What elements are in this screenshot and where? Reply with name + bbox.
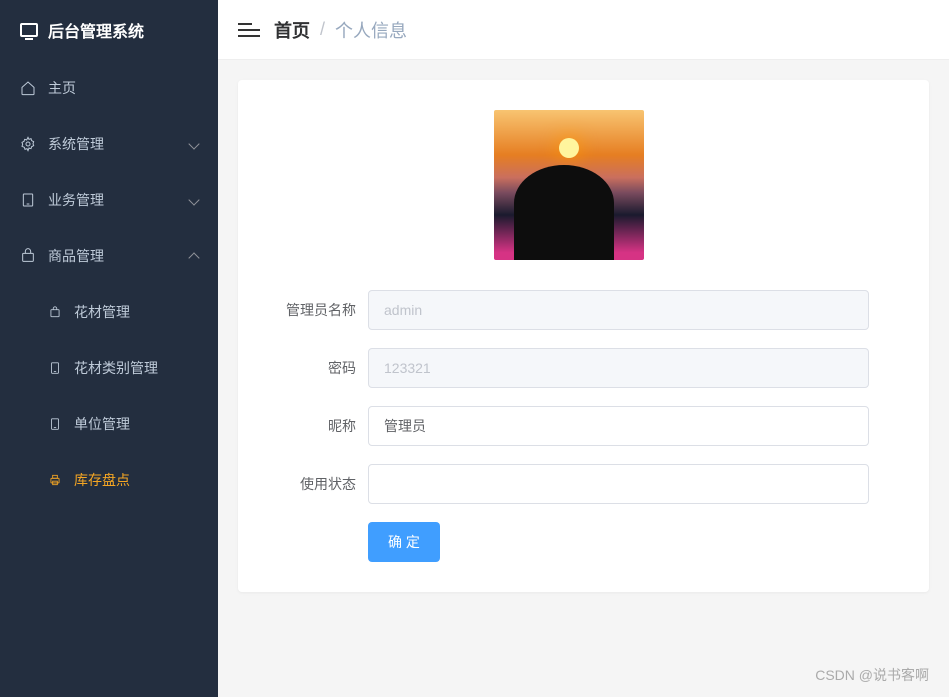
printer-icon xyxy=(48,473,62,487)
sidebar-item-label: 业务管理 xyxy=(48,190,104,210)
bag-icon xyxy=(48,305,62,319)
gear-icon xyxy=(20,136,36,152)
sidebar-item-label: 系统管理 xyxy=(48,134,104,154)
sidebar: 后台管理系统 主页 系统管理 业务管理 商品管理 花材管理 xyxy=(0,0,218,697)
sidebar-item-home[interactable]: 主页 xyxy=(0,60,218,116)
submit-button[interactable]: 确 定 xyxy=(368,522,440,562)
input-admin-name xyxy=(368,290,869,330)
submenu-item-unit[interactable]: 单位管理 xyxy=(0,396,218,452)
main-area: 首页 / 个人信息 管理员名称 密码 昵称 使用状态 xyxy=(218,0,949,697)
input-status[interactable] xyxy=(368,464,869,504)
form-row-status: 使用状态 xyxy=(268,464,869,504)
submenu-item-label: 花材管理 xyxy=(74,302,130,322)
button-row: 确 定 xyxy=(368,522,869,562)
profile-card: 管理员名称 密码 昵称 使用状态 确 定 xyxy=(238,80,929,592)
breadcrumb-separator: / xyxy=(320,19,325,40)
sidebar-item-label: 商品管理 xyxy=(48,246,104,266)
label-status: 使用状态 xyxy=(268,474,368,494)
sidebar-toggle-icon[interactable] xyxy=(238,19,260,41)
logo-area: 后台管理系统 xyxy=(0,0,218,60)
submenu-item-inventory[interactable]: 库存盘点 xyxy=(0,452,218,508)
app-title: 后台管理系统 xyxy=(48,18,144,42)
submenu-item-flower[interactable]: 花材管理 xyxy=(0,284,218,340)
goods-icon xyxy=(20,248,36,264)
submenu-item-label: 单位管理 xyxy=(74,414,130,434)
device-icon xyxy=(48,417,62,431)
submenu-item-category[interactable]: 花材类别管理 xyxy=(0,340,218,396)
home-icon xyxy=(20,80,36,96)
tablet-icon xyxy=(20,192,36,208)
input-password xyxy=(368,348,869,388)
breadcrumb: 首页 / 个人信息 xyxy=(274,17,407,43)
watermark: CSDN @说书客啊 xyxy=(815,665,929,685)
header: 首页 / 个人信息 xyxy=(218,0,949,60)
sidebar-item-system[interactable]: 系统管理 xyxy=(0,116,218,172)
input-nickname[interactable] xyxy=(368,406,869,446)
avatar-row xyxy=(268,110,869,260)
device-icon xyxy=(48,361,62,375)
logo-icon xyxy=(20,23,38,37)
label-nickname: 昵称 xyxy=(268,416,368,436)
chevron-up-icon xyxy=(188,252,199,263)
label-admin-name: 管理员名称 xyxy=(268,300,368,320)
sidebar-item-label: 主页 xyxy=(48,78,76,98)
submenu-item-label: 花材类别管理 xyxy=(74,358,158,378)
label-password: 密码 xyxy=(268,358,368,378)
sidebar-item-business[interactable]: 业务管理 xyxy=(0,172,218,228)
breadcrumb-home[interactable]: 首页 xyxy=(274,17,310,43)
chevron-down-icon xyxy=(188,138,199,149)
form-row-password: 密码 xyxy=(268,348,869,388)
avatar-image[interactable] xyxy=(494,110,644,260)
content: 管理员名称 密码 昵称 使用状态 确 定 xyxy=(218,60,949,697)
sidebar-item-goods[interactable]: 商品管理 xyxy=(0,228,218,284)
form-row-nickname: 昵称 xyxy=(268,406,869,446)
submenu-item-label: 库存盘点 xyxy=(74,470,130,490)
form-row-admin-name: 管理员名称 xyxy=(268,290,869,330)
chevron-down-icon xyxy=(188,194,199,205)
breadcrumb-current: 个人信息 xyxy=(335,17,407,43)
